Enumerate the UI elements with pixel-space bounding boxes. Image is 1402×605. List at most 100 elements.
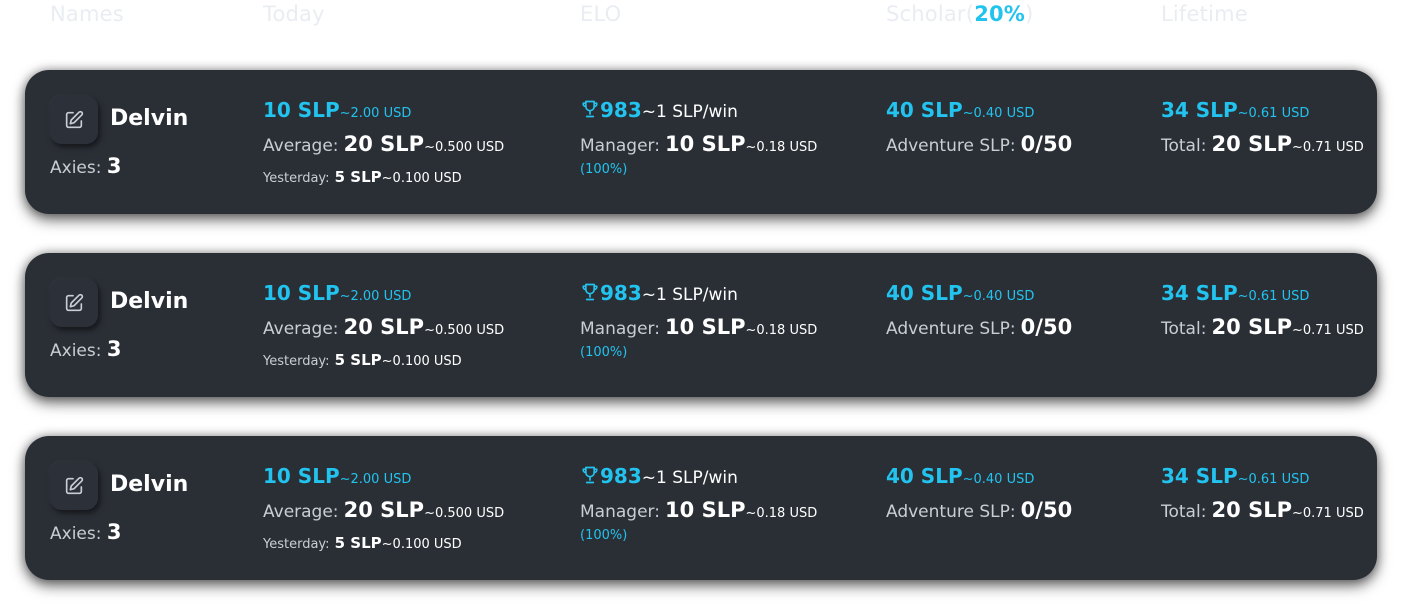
manager-share: (100%)	[580, 524, 627, 543]
total-earnings: Total: 20 SLP~0.71 USD	[1161, 315, 1364, 339]
adventure-value: 0/50	[1020, 315, 1073, 339]
scholar-rows: Delvin Axies: 3 10 SLP~2.00 USD Average:…	[0, 0, 1402, 605]
manager-label: Manager:	[580, 136, 660, 156]
axies-count: Axies: 3	[50, 520, 122, 544]
lifetime-slp: 34 SLP	[1161, 281, 1238, 305]
axies-value: 3	[106, 520, 122, 544]
lifetime-usd: ~0.61 USD	[1237, 106, 1310, 121]
total-slp: 20 SLP	[1211, 132, 1292, 156]
manager-share: (100%)	[580, 341, 627, 360]
elo-rate: ~1 SLP/win	[641, 468, 738, 488]
today-usd: ~2.00 USD	[339, 106, 412, 121]
axies-value: 3	[106, 337, 122, 361]
scholar-usd: ~0.40 USD	[962, 106, 1035, 121]
total-usd: ~0.71 USD	[1291, 506, 1364, 521]
manager-share: (100%)	[580, 158, 627, 177]
yesterday-usd: ~0.100 USD	[381, 354, 462, 369]
elo-rating: 983~1 SLP/win	[580, 98, 738, 123]
scholar-name: Delvin	[110, 106, 189, 131]
yesterday-slp: 5 SLP	[334, 534, 382, 552]
yesterday-usd: ~0.100 USD	[381, 537, 462, 552]
yesterday-earnings: Yesterday: 5 SLP~0.100 USD	[263, 350, 462, 369]
yesterday-earnings: Yesterday: 5 SLP~0.100 USD	[263, 167, 462, 186]
today-slp: 10 SLP	[263, 464, 340, 488]
axies-value: 3	[106, 154, 122, 178]
today-usd: ~2.00 USD	[339, 289, 412, 304]
today-usd: ~2.00 USD	[339, 472, 412, 487]
trophy-icon	[580, 99, 600, 123]
total-slp: 20 SLP	[1211, 315, 1292, 339]
scholar-earnings: 40 SLP~0.40 USD	[886, 281, 1034, 305]
today-earnings: 10 SLP~2.00 USD	[263, 98, 411, 122]
adventure-progress: Adventure SLP: 0/50	[886, 498, 1072, 522]
scholar-name: Delvin	[110, 472, 189, 497]
total-earnings: Total: 20 SLP~0.71 USD	[1161, 132, 1364, 156]
total-slp: 20 SLP	[1211, 498, 1292, 522]
manager-usd: ~0.18 USD	[745, 323, 818, 338]
axies-label: Axies:	[50, 341, 102, 361]
average-label: Average:	[263, 319, 339, 339]
axies-label: Axies:	[50, 524, 102, 544]
scholar-usd: ~0.40 USD	[962, 289, 1035, 304]
scholar-row: Delvin Axies: 3 10 SLP~2.00 USD Average:…	[25, 436, 1377, 580]
axies-count: Axies: 3	[50, 154, 122, 178]
adventure-label: Adventure SLP:	[886, 502, 1016, 522]
manager-earnings: Manager: 10 SLP~0.18 USD	[580, 315, 817, 339]
manager-label: Manager:	[580, 319, 660, 339]
edit-icon	[63, 475, 85, 497]
total-usd: ~0.71 USD	[1291, 323, 1364, 338]
scholar-slp: 40 SLP	[886, 98, 963, 122]
lifetime-earnings: 34 SLP~0.61 USD	[1161, 281, 1309, 305]
average-usd: ~0.500 USD	[424, 140, 505, 155]
manager-label: Manager:	[580, 502, 660, 522]
lifetime-slp: 34 SLP	[1161, 98, 1238, 122]
manager-pct: (100%)	[580, 345, 628, 360]
manager-earnings: Manager: 10 SLP~0.18 USD	[580, 132, 817, 156]
adventure-progress: Adventure SLP: 0/50	[886, 315, 1072, 339]
manager-pct: (100%)	[580, 162, 628, 177]
average-slp: 20 SLP	[343, 132, 425, 156]
edit-button[interactable]	[50, 462, 98, 510]
edit-button[interactable]	[50, 279, 98, 327]
average-usd: ~0.500 USD	[424, 323, 505, 338]
scholar-earnings: 40 SLP~0.40 USD	[886, 464, 1034, 488]
scholar-row: Delvin Axies: 3 10 SLP~2.00 USD Average:…	[25, 70, 1377, 214]
edit-button[interactable]	[50, 96, 98, 144]
average-earnings: Average: 20 SLP~0.500 USD	[263, 315, 504, 339]
edit-icon	[63, 292, 85, 314]
today-slp: 10 SLP	[263, 98, 340, 122]
average-label: Average:	[263, 136, 339, 156]
adventure-value: 0/50	[1020, 498, 1073, 522]
yesterday-label: Yesterday:	[263, 171, 330, 186]
total-usd: ~0.71 USD	[1291, 140, 1364, 155]
edit-icon	[63, 109, 85, 131]
average-earnings: Average: 20 SLP~0.500 USD	[263, 498, 504, 522]
axies-label: Axies:	[50, 158, 102, 178]
yesterday-usd: ~0.100 USD	[381, 171, 462, 186]
elo-rating: 983~1 SLP/win	[580, 464, 738, 489]
elo-value: 983	[600, 281, 642, 305]
axies-count: Axies: 3	[50, 337, 122, 361]
scholar-earnings: 40 SLP~0.40 USD	[886, 98, 1034, 122]
elo-rating: 983~1 SLP/win	[580, 281, 738, 306]
scholar-slp: 40 SLP	[886, 464, 963, 488]
trophy-icon	[580, 282, 600, 306]
average-slp: 20 SLP	[343, 498, 425, 522]
trophy-icon	[580, 465, 600, 489]
manager-earnings: Manager: 10 SLP~0.18 USD	[580, 498, 817, 522]
yesterday-slp: 5 SLP	[334, 168, 382, 186]
scholar-slp: 40 SLP	[886, 281, 963, 305]
elo-rate: ~1 SLP/win	[641, 285, 738, 305]
elo-rate: ~1 SLP/win	[641, 102, 738, 122]
manager-slp: 10 SLP	[665, 498, 746, 522]
yesterday-label: Yesterday:	[263, 537, 330, 552]
lifetime-earnings: 34 SLP~0.61 USD	[1161, 464, 1309, 488]
elo-value: 983	[600, 98, 642, 122]
scholar-usd: ~0.40 USD	[962, 472, 1035, 487]
lifetime-usd: ~0.61 USD	[1237, 472, 1310, 487]
scholar-row: Delvin Axies: 3 10 SLP~2.00 USD Average:…	[25, 253, 1377, 397]
average-usd: ~0.500 USD	[424, 506, 505, 521]
lifetime-usd: ~0.61 USD	[1237, 289, 1310, 304]
total-label: Total:	[1161, 502, 1207, 522]
total-label: Total:	[1161, 319, 1207, 339]
